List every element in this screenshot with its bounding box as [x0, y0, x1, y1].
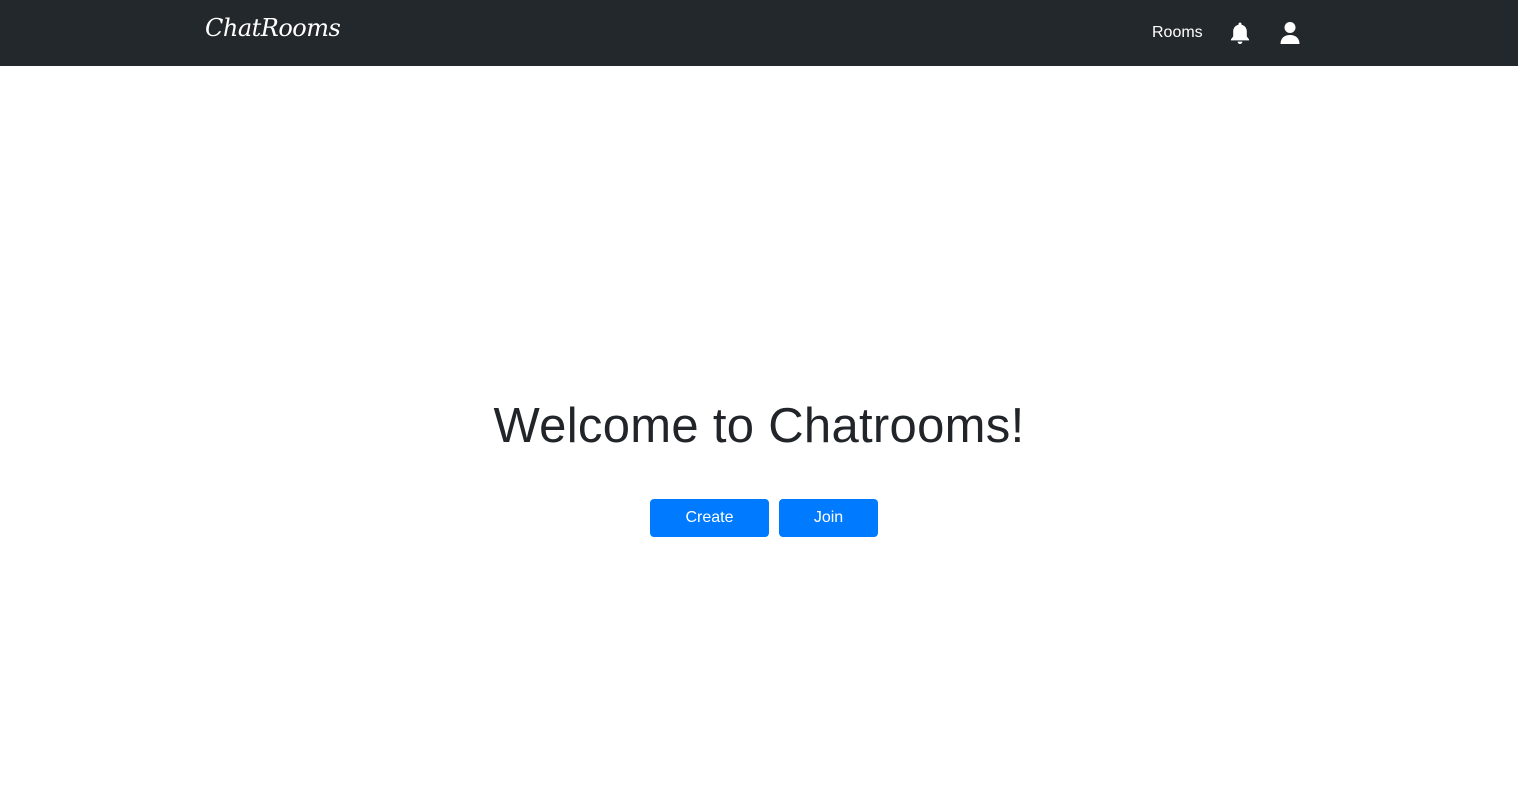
top-navbar: ChatRooms Rooms — [0, 0, 1518, 66]
page-title: Welcome to Chatrooms! — [493, 399, 1025, 453]
nav-link-rooms[interactable]: Rooms — [1152, 23, 1203, 43]
hero-actions: Create Room Join Room — [650, 499, 878, 562]
user-icon[interactable] — [1279, 21, 1301, 45]
join-room-button[interactable]: Join Room — [779, 499, 878, 562]
brand-logo[interactable]: ChatRooms — [205, 14, 341, 42]
bell-icon[interactable] — [1229, 21, 1251, 45]
create-room-button[interactable]: Create Room — [650, 499, 769, 562]
hero-section: Welcome to Chatrooms! — [0, 396, 1518, 456]
